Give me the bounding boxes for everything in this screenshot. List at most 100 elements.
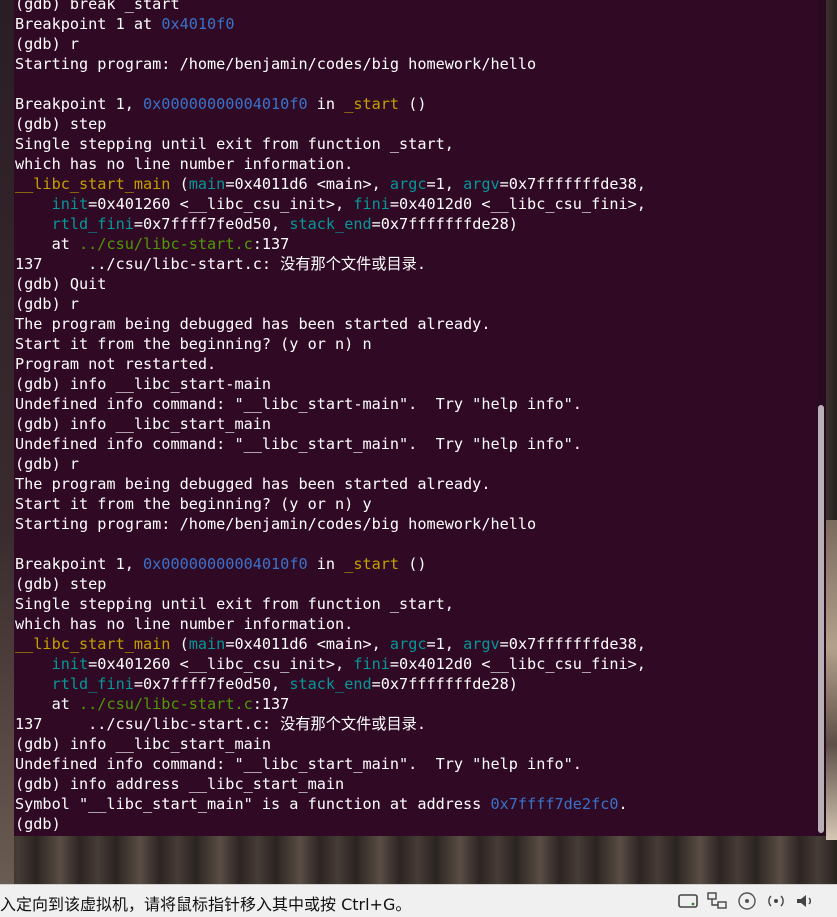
terminal-text-segment: =0x401260 <__libc_csu_init>, (88, 655, 354, 673)
terminal-text-segment: 0x7ffff7de2fc0 (490, 795, 619, 813)
terminal-line: 137 ../csu/libc-start.c: 没有那个文件或目录. (15, 254, 826, 274)
terminal-text-segment: =0x401260 <__libc_csu_init>, (88, 195, 354, 213)
terminal-line: which has no line number information. (15, 614, 826, 634)
terminal-text-segment: init (51, 195, 89, 213)
terminal-text-segment: () (399, 95, 427, 113)
terminal-text-segment: stack_end (289, 675, 372, 693)
terminal-text-segment: =1, (426, 175, 464, 193)
terminal-text-segment: =0x4012d0 <__libc_csu_fini>, (389, 655, 646, 673)
terminal-text-segment: Start it from the beginning? (y or n) n (15, 335, 372, 353)
terminal-line: init=0x401260 <__libc_csu_init>, fini=0x… (15, 654, 826, 674)
terminal-text-segment: =0x7fffffffde28) (371, 215, 518, 233)
terminal-text-segment: (gdb) r (15, 295, 80, 313)
terminal-line: The program being debugged has been star… (15, 314, 826, 334)
terminal-line: at ../csu/libc-start.c:137 (15, 694, 826, 714)
terminal-line: (gdb) break _start (15, 0, 826, 14)
terminal-text-segment: __libc_start_main (15, 175, 171, 193)
volume-icon[interactable] (794, 891, 816, 911)
terminal-line: rtld_fini=0x7ffff7fe0d50, stack_end=0x7f… (15, 674, 826, 694)
terminal-text-segment: =0x7ffff7fe0d50, (133, 215, 290, 233)
terminal-line: at ../csu/libc-start.c:137 (15, 234, 826, 254)
terminal-text-segment: in (307, 95, 345, 113)
terminal-text-segment: main (188, 635, 226, 653)
terminal-text-segment: () (399, 555, 427, 573)
terminal-text-segment: (gdb) (15, 815, 70, 833)
terminal-line: 137 ../csu/libc-start.c: 没有那个文件或目录. (15, 714, 826, 734)
terminal-line: Program not restarted. (15, 354, 826, 374)
terminal-text-segment: =0x7fffffffde38, (499, 175, 646, 193)
terminal-text-segment: argc (389, 635, 427, 653)
terminal-line: The program being debugged has been star… (15, 474, 826, 494)
terminal-text-segment: (gdb) info __libc_start_main (15, 415, 272, 433)
terminal-text-segment: =0x7ffff7fe0d50, (133, 675, 290, 693)
terminal-text-segment: init (51, 655, 89, 673)
terminal-text-segment: argv (463, 175, 500, 193)
terminal-line: Breakpoint 1, 0x00000000004010f0 in _sta… (15, 94, 826, 114)
terminal-line: Start it from the beginning? (y or n) y (15, 494, 826, 514)
terminal-text-segment: (gdb) info __libc_start-main (15, 375, 272, 393)
terminal-text-segment: The program being debugged has been star… (15, 315, 491, 333)
terminal-line: Breakpoint 1 at 0x4010f0 (15, 14, 826, 34)
terminal-text-segment: (gdb) info address __libc_start_main (15, 775, 345, 793)
terminal-text-segment: 137 ../csu/libc-start.c: 没有那个文件或目录. (15, 715, 426, 733)
terminal-line: Symbol "__libc_start_main" is a function… (15, 794, 826, 814)
terminal-text-segment: (gdb) step (15, 575, 107, 593)
terminal-line: (gdb) step (15, 574, 826, 594)
terminal-line: Single stepping until exit from function… (15, 594, 826, 614)
desktop-left-edge (0, 0, 14, 885)
terminal-text-segment: Single stepping until exit from function… (15, 135, 454, 153)
desktop-wallpaper-edge (826, 520, 837, 840)
terminal-line: (gdb) info __libc_start_main (15, 734, 826, 754)
terminal-text-segment: (gdb) info __libc_start_main (15, 735, 272, 753)
optical-drive-icon[interactable] (736, 891, 758, 911)
terminal-text-segment: at (15, 235, 80, 253)
terminal-line: (gdb) r (15, 294, 826, 314)
terminal-text-segment: Breakpoint 1 at (15, 15, 162, 33)
terminal-text-segment: Undefined info command: "__libc_start-ma… (15, 395, 582, 413)
terminal-text-segment: fini (353, 195, 390, 213)
terminal-text-segment: which has no line number information. (15, 615, 354, 633)
terminal-line: which has no line number information. (15, 154, 826, 174)
gdb-terminal[interactable]: (gdb) break _start Breakpoint 1 at 0x4010… (14, 0, 826, 836)
vm-status-bar: 入定向到该虚拟机，请将鼠标指针移入其中或按 Ctrl+G。 (0, 884, 837, 917)
terminal-text-segment: Starting program: /home/benjamin/codes/b… (15, 515, 537, 533)
terminal-text-segment: (gdb) r (15, 455, 80, 473)
hard-disk-icon[interactable] (677, 891, 699, 911)
terminal-text-segment: 137 ../csu/libc-start.c: 没有那个文件或目录. (15, 255, 426, 273)
terminal-text-segment: The program being debugged has been star… (15, 475, 491, 493)
terminal-line: init=0x401260 <__libc_csu_init>, fini=0x… (15, 194, 826, 214)
terminal-line: Breakpoint 1, 0x00000000004010f0 in _sta… (15, 554, 826, 574)
terminal-text-segment: rtld_fini (51, 675, 134, 693)
terminal-line: Starting program: /home/benjamin/codes/b… (15, 54, 826, 74)
terminal-line: Single stepping until exit from function… (15, 134, 826, 154)
terminal-text-segment: Symbol "__libc_start_main" is a function… (15, 795, 491, 813)
network-icon[interactable] (706, 891, 728, 911)
terminal-text-segment: 0x00000000004010f0 (143, 555, 308, 573)
terminal-text-segment: =0x4012d0 <__libc_csu_fini>, (389, 195, 646, 213)
terminal-text-segment: argc (389, 175, 427, 193)
terminal-text-segment: ../csu/libc-start.c (79, 235, 253, 253)
terminal-text-segment: Undefined info command: "__libc_start_ma… (15, 755, 582, 773)
terminal-line: __libc_start_main (main=0x4011d6 <main>,… (15, 174, 826, 194)
terminal-text-segment: 0x4010f0 (161, 15, 235, 33)
terminal-text-segment: 0x00000000004010f0 (143, 95, 308, 113)
terminal-text-segment: in (307, 555, 345, 573)
terminal-text-segment: (gdb) r (15, 35, 80, 53)
terminal-line: Starting program: /home/benjamin/codes/b… (15, 514, 826, 534)
terminal-text-segment: at (15, 695, 80, 713)
terminal-text-segment: ../csu/libc-start.c (79, 695, 253, 713)
terminal-scrollbar-thumb[interactable] (818, 405, 824, 833)
terminal-line: (gdb) info address __libc_start_main (15, 774, 826, 794)
terminal-text-segment: _start (344, 555, 400, 573)
terminal-line: (gdb) info __libc_start_main (15, 414, 826, 434)
terminal-line: Undefined info command: "__libc_start_ma… (15, 434, 826, 454)
terminal-text-segment: (gdb) Quit (15, 275, 107, 293)
terminal-line: Start it from the beginning? (y or n) n (15, 334, 826, 354)
sound-icon[interactable] (765, 891, 787, 911)
terminal-text-segment: :137 (252, 235, 290, 253)
